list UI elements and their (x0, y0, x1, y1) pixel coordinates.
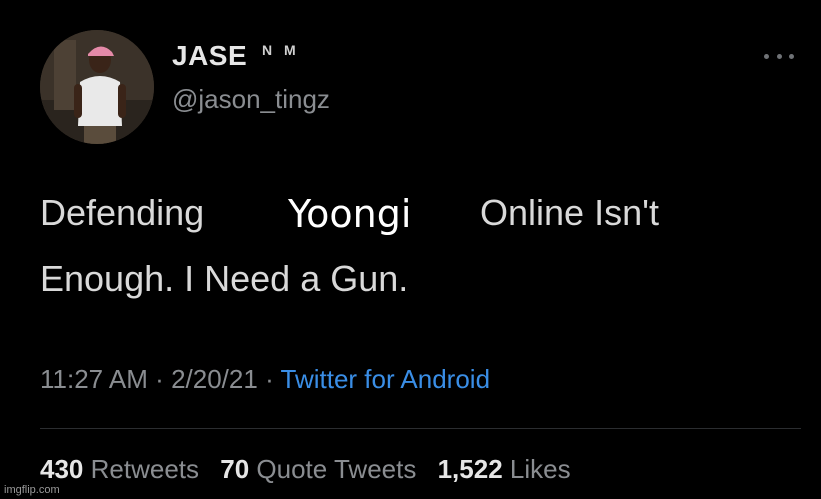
tweet-text-line1-start: Defending (40, 192, 205, 233)
watermark: imgflip.com (4, 484, 60, 496)
author-name[interactable]: JASE (172, 40, 247, 72)
retweets-count: 430 (40, 454, 84, 484)
meta-separator: · (265, 364, 274, 394)
tweet-time[interactable]: 11:27 AM (40, 364, 148, 394)
tweet-stats: 430 Retweets 70 Quote Tweets 1,522 Likes (40, 454, 571, 485)
avatar[interactable] (40, 30, 154, 144)
likes-stat[interactable]: 1,522 Likes (438, 454, 571, 484)
likes-label: Likes (509, 454, 571, 484)
tweet-highlight-word: Yoongi (288, 192, 412, 236)
tweet-text-line2: Enough. I Need a Gun. (40, 258, 409, 299)
tweet-date[interactable]: 2/20/21 (171, 364, 258, 394)
retweets-stat[interactable]: 430 Retweets (40, 454, 199, 484)
tweet-source-link[interactable]: Twitter for Android (281, 364, 491, 394)
avatar-image (40, 30, 154, 144)
tweet-card: JASE N M @jason_tingz Defending Yoongi O… (0, 0, 821, 499)
more-options-icon[interactable] (764, 50, 794, 62)
quotes-stat[interactable]: 70 Quote Tweets (220, 454, 416, 484)
author-handle[interactable]: @jason_tingz (172, 84, 330, 115)
likes-count: 1,522 (437, 454, 503, 484)
dot-icon (776, 53, 782, 59)
tweet-text-line1-end: Online Isn't (480, 192, 659, 233)
divider (40, 428, 801, 429)
tweet-meta: 11:27 AM · 2/20/21 · Twitter for Android (40, 364, 490, 395)
retweets-label: Retweets (90, 454, 200, 484)
dot-icon (764, 53, 769, 59)
meta-separator: · (155, 364, 164, 394)
quotes-label: Quote Tweets (256, 454, 417, 484)
dot-icon (789, 53, 794, 59)
author-name-suffix: N M (262, 42, 300, 58)
quotes-count: 70 (220, 454, 250, 484)
